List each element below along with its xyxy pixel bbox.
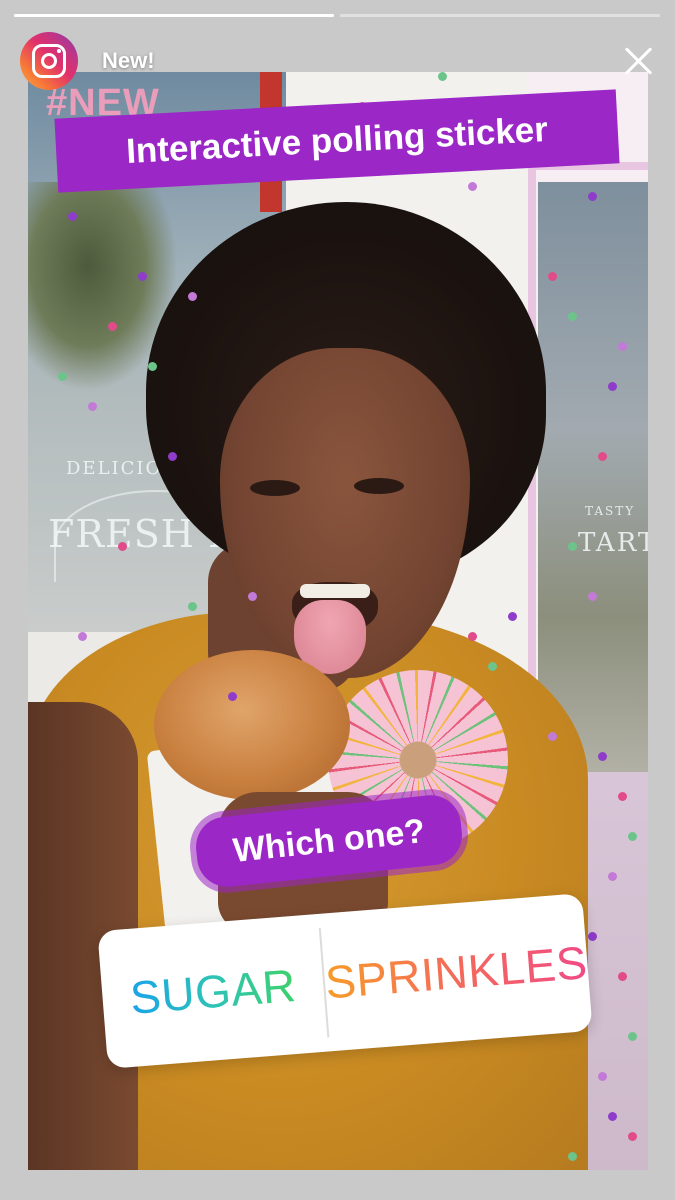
confetti-dot — [588, 932, 597, 941]
confetti-dot — [68, 212, 77, 221]
confetti-dot — [548, 272, 557, 281]
confetti-dot — [628, 1032, 637, 1041]
confetti-dot — [118, 542, 127, 551]
confetti-dot — [78, 632, 87, 641]
poll-option-sprinkles[interactable]: SPRINKLES — [320, 893, 593, 1051]
confetti-dot — [228, 692, 237, 701]
confetti-dot — [138, 272, 147, 281]
poll-option-sugar[interactable]: SUGAR — [97, 914, 328, 1069]
confetti-dot — [618, 342, 627, 351]
sugar-donut — [154, 650, 350, 800]
confetti-dot — [468, 182, 477, 191]
confetti-dot — [608, 872, 617, 881]
caption-title: Interactive polling sticker — [125, 109, 549, 172]
confetti-dot — [598, 452, 607, 461]
confetti-dot — [88, 402, 97, 411]
poll-option-sprinkles-label: SPRINKLES — [323, 936, 590, 1009]
confetti-dot — [188, 602, 197, 611]
confetti-dot — [598, 1072, 607, 1081]
person-eye-left — [250, 480, 300, 496]
confetti-dot — [588, 192, 597, 201]
confetti-dot — [608, 1112, 617, 1121]
confetti-dot — [618, 972, 627, 981]
shop-sign-right-top: TASTY — [585, 504, 636, 518]
confetti-dot — [188, 292, 197, 301]
poll-question-text: Which one? — [231, 811, 427, 870]
close-icon[interactable] — [622, 44, 656, 78]
confetti-dot — [588, 592, 597, 601]
story-viewer: DELICIO FRESH PIES TASTY TARTS New! #NEW — [0, 0, 675, 1200]
confetti-dot — [628, 832, 637, 841]
confetti-dot — [58, 372, 67, 381]
confetti-dot — [618, 792, 627, 801]
confetti-dot — [548, 732, 557, 741]
confetti-dot — [608, 382, 617, 391]
confetti-dot — [468, 632, 477, 641]
person-teeth — [300, 584, 370, 598]
camera-glyph-icon — [32, 44, 66, 78]
story-progress-segment-2 — [340, 14, 660, 17]
confetti-dot — [598, 752, 607, 761]
shop-sign-right-main: TARTS — [578, 528, 648, 558]
person-eye-right — [354, 478, 404, 494]
confetti-dot — [508, 612, 517, 621]
poll-option-sugar-label: SUGAR — [128, 958, 298, 1024]
shop-sign-left-top: DELICIO — [66, 458, 163, 479]
confetti-dot — [438, 72, 447, 81]
confetti-dot — [168, 452, 177, 461]
confetti-dot — [568, 1152, 577, 1161]
confetti-dot — [568, 542, 577, 551]
confetti-dot — [148, 362, 157, 371]
confetti-dot — [568, 312, 577, 321]
story-progress-segment-1 — [14, 14, 334, 17]
story-progress-fill-1 — [14, 14, 334, 17]
confetti-dot — [248, 592, 257, 601]
story-username[interactable]: New! — [102, 48, 155, 74]
confetti-dot — [488, 662, 497, 671]
confetti-dot — [108, 322, 117, 331]
confetti-dot — [628, 1132, 637, 1141]
